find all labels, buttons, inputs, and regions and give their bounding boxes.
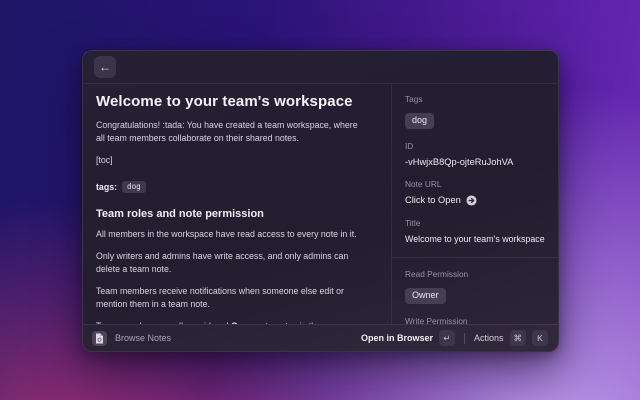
launcher-window: ← Welcome to your team's workspace Congr… [82, 50, 559, 352]
note-tags-line: tags: dog [96, 181, 378, 193]
action-bar: Browse Notes Open in Browser ↵ Actions ⌘… [83, 324, 558, 351]
metadata-write-permission: Write Permission Owner [405, 316, 545, 324]
metadata-id-value: -vHwjxB8Qp-ojteRuJohVA [405, 157, 545, 167]
k-key-badge: K [532, 330, 548, 346]
note-toc: [toc] [96, 154, 378, 167]
metadata-title-label: Title [405, 218, 545, 228]
actions-menu-button[interactable]: Actions [474, 333, 504, 343]
document-icon [95, 333, 104, 344]
metadata-note-url-label: Note URL [405, 179, 545, 189]
note-paragraph-intro: Congratulations! :tada: You have created… [96, 119, 378, 145]
note-title: Welcome to your team's workspace [96, 93, 378, 110]
metadata-id-label: ID [405, 141, 545, 151]
enter-key-badge: ↵ [439, 330, 455, 346]
back-button[interactable]: ← [94, 56, 116, 78]
tag-chip: dog [405, 113, 434, 129]
read-permission-label: Read Permission [405, 269, 545, 279]
metadata-id: ID -vHwjxB8Qp-ojteRuJohVA [405, 141, 545, 167]
cmd-key-badge: ⌘ [510, 330, 527, 346]
note-tags-label: tags: [96, 182, 117, 192]
note-section-heading: Team roles and note permission [96, 208, 378, 220]
metadata-tags-label: Tags [405, 94, 545, 104]
open-link-icon [466, 195, 477, 206]
note-tag-chip: dog [122, 181, 146, 193]
action-bar-left: Browse Notes [92, 331, 361, 346]
back-arrow-icon: ← [99, 60, 111, 74]
note-app-icon [92, 331, 107, 346]
metadata-read-permission: Read Permission Owner [405, 269, 545, 304]
metadata-title-value: Welcome to your team's workspace [405, 234, 545, 244]
metadata-note-url: Note URL Click to Open [405, 179, 545, 206]
note-paragraph-write: Only writers and admins have write acces… [96, 250, 378, 276]
metadata-divider [392, 257, 558, 258]
note-url-link[interactable]: Click to Open [405, 195, 545, 206]
window-header: ← [83, 51, 558, 84]
metadata-sidebar: Tags dog ID -vHwjxB8Qp-ojteRuJohVA Note … [392, 84, 558, 324]
command-name: Browse Notes [115, 333, 171, 343]
metadata-tags: Tags dog [405, 94, 545, 129]
action-bar-right: Open in Browser ↵ Actions ⌘ K [361, 330, 548, 346]
note-preview: Welcome to your team's workspace Congrat… [83, 84, 392, 324]
note-paragraph-read: All members in the workspace have read a… [96, 228, 378, 241]
note-paragraph-notify: Team members receive notifications when … [96, 285, 378, 311]
footer-divider [464, 333, 465, 344]
note-url-text: Click to Open [405, 195, 461, 205]
metadata-title: Title Welcome to your team's workspace [405, 218, 545, 244]
read-permission-badge: Owner [405, 288, 446, 304]
write-permission-label: Write Permission [405, 316, 545, 324]
primary-action-button[interactable]: Open in Browser [361, 333, 433, 343]
window-body: Welcome to your team's workspace Congrat… [83, 84, 558, 324]
